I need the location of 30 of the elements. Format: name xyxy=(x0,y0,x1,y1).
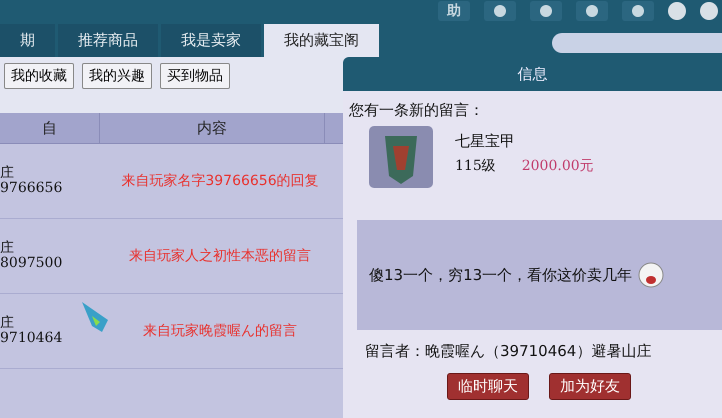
help-button[interactable]: 助 xyxy=(438,1,470,21)
tab[interactable]: 我的藏宝阁 xyxy=(264,24,379,57)
tab[interactable]: 我是卖家 xyxy=(161,24,261,57)
close-button[interactable] xyxy=(700,2,718,20)
minimize-button[interactable] xyxy=(668,2,686,20)
action-button[interactable]: 临时聊天 xyxy=(447,373,529,400)
subtab-button[interactable]: 我的兴趣 xyxy=(82,63,152,89)
notice-text: 您有一条新的留言： xyxy=(348,100,485,120)
action-button[interactable]: 加为好友 xyxy=(549,373,631,400)
crying-face-icon xyxy=(636,261,666,289)
tab[interactable]: 推荐商品 xyxy=(58,24,158,57)
tab[interactable]: 期 xyxy=(0,24,55,57)
sender-text: 留言者：晚霞喔ん（39710464）避暑山庄 xyxy=(364,341,652,361)
armor-item-icon xyxy=(369,126,433,188)
table-cell-text: 庄 xyxy=(0,166,15,181)
dialog-title: 信息 xyxy=(343,57,722,91)
search-field[interactable] xyxy=(552,33,722,53)
message-text: 傻13一个，穷13一个，看你这价卖几年 xyxy=(369,266,632,284)
item-price: 2000.00元 xyxy=(522,157,594,175)
item-name: 七星宝甲 xyxy=(455,132,516,151)
table-cell-text: 8097500 xyxy=(0,256,64,272)
table-cell-text: 庄 xyxy=(0,240,15,256)
column-header: 自 xyxy=(0,113,100,143)
subtab-button[interactable]: 我的收藏 xyxy=(4,63,74,89)
column-header: 内容 xyxy=(100,113,325,143)
item-level: 115级 xyxy=(455,157,496,175)
table-cell-text: 9710464 xyxy=(0,331,64,346)
table-cell-text: 庄 xyxy=(0,316,15,331)
subtab-button[interactable]: 买到物品 xyxy=(160,63,230,89)
table-cell-text: 9766656 xyxy=(0,181,64,196)
